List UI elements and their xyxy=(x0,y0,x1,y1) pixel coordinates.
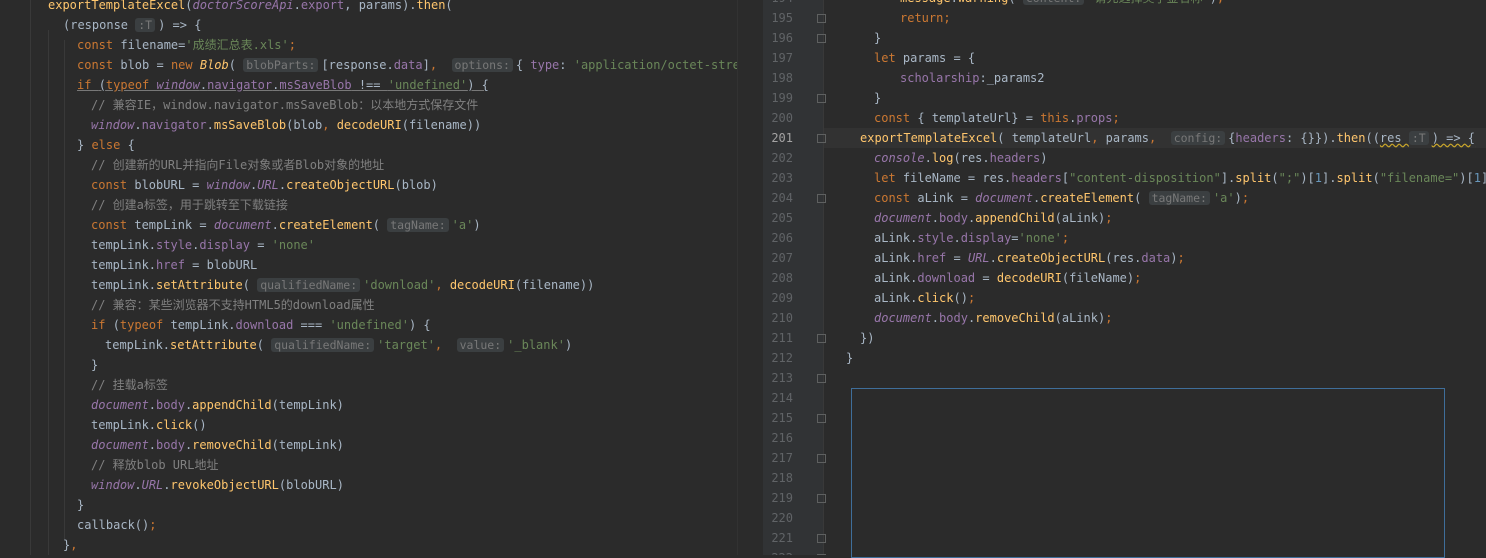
line-number: 214 xyxy=(771,391,793,405)
line-number: 202 xyxy=(771,151,793,165)
editor-splitter[interactable] xyxy=(737,0,764,555)
fold-marker-icon[interactable] xyxy=(817,494,826,503)
code-line[interactable]: }, xyxy=(63,535,77,555)
code-line[interactable]: } xyxy=(91,355,98,375)
code-line[interactable]: let fileName = res.headers["content-disp… xyxy=(874,168,1486,188)
line-number: 221 xyxy=(771,531,793,545)
line-number: 194 xyxy=(763,0,793,8)
code-line[interactable]: tempLink.href = blobURL xyxy=(91,255,257,275)
line-number: 207 xyxy=(771,251,793,265)
fold-marker-icon[interactable] xyxy=(817,34,826,43)
code-line[interactable]: window.URL.revokeObjectURL(blobURL) xyxy=(91,475,344,495)
line-number: 204 xyxy=(771,191,793,205)
code-comment: // 创建a标签，用于跳转至下载链接 xyxy=(91,198,288,212)
indent-guide xyxy=(48,30,49,555)
line-number: 222 xyxy=(763,548,793,555)
line-number: 205 xyxy=(771,211,793,225)
code-line[interactable]: window.navigator.msSaveBlob(blob, decode… xyxy=(91,115,481,135)
line-number: 213 xyxy=(771,371,793,385)
code-line[interactable]: const filename='成绩汇总表.xls'; xyxy=(77,35,296,55)
code-comment: // 兼容：某些浏览器不支持HTML5的download属性 xyxy=(91,298,375,312)
code-line[interactable]: tempLink.click() xyxy=(91,415,207,435)
code-line[interactable]: const { templateUrl} = this.props; xyxy=(874,108,1120,128)
indent-guide xyxy=(30,0,31,555)
code-line[interactable]: tempLink.setAttribute( qualifiedName:'ta… xyxy=(105,335,572,355)
line-number: 211 xyxy=(771,331,793,345)
code-line[interactable]: scholarship:_params2 xyxy=(900,68,1045,88)
fold-marker-icon[interactable] xyxy=(817,134,826,143)
line-number: 220 xyxy=(771,511,793,525)
line-number: 197 xyxy=(771,51,793,65)
code-line[interactable]: exportTemplateExcel(doctorScoreApi.expor… xyxy=(48,0,453,15)
code-line[interactable]: aLink.style.display='none'; xyxy=(874,228,1069,248)
line-number: 201 xyxy=(771,131,793,145)
fold-marker-icon[interactable] xyxy=(817,334,826,343)
code-line[interactable]: } xyxy=(874,28,881,48)
code-comment: // 挂载a标签 xyxy=(91,378,168,392)
fold-marker-icon[interactable] xyxy=(817,414,826,423)
code-line[interactable]: if (typeof window.navigator.msSaveBlob !… xyxy=(77,75,489,95)
code-line[interactable]: const blobURL = window.URL.createObjectU… xyxy=(91,175,438,195)
line-number: 219 xyxy=(771,491,793,505)
line-number: 196 xyxy=(771,31,793,45)
code-line[interactable]: tempLink.style.display = 'none' xyxy=(91,235,315,255)
code-line[interactable]: const aLink = document.createElement( ta… xyxy=(874,188,1249,208)
code-line[interactable]: console.log(res.headers) xyxy=(874,148,1047,168)
code-line[interactable]: aLink.download = decodeURI(fileName); xyxy=(874,268,1141,288)
code-line[interactable]: const blob = new Blob( blobParts: [respon… xyxy=(77,55,737,75)
code-comment: // 释放blob URL地址 xyxy=(91,458,219,472)
code-line[interactable]: let params = { xyxy=(874,48,975,68)
line-number: 212 xyxy=(771,351,793,365)
code-line[interactable]: document.body.removeChild(aLink); xyxy=(874,308,1112,328)
code-comment: // 创建新的URL并指向File对象或者Blob对象的地址 xyxy=(91,158,385,172)
fold-marker-icon[interactable] xyxy=(817,534,826,543)
line-number: 199 xyxy=(771,91,793,105)
line-number: 218 xyxy=(771,471,793,485)
code-line[interactable]: aLink.href = URL.createObjectURL(res.dat… xyxy=(874,248,1185,268)
code-line[interactable]: (response :T) => { xyxy=(63,15,201,35)
code-line[interactable]: exportTemplateExcel( templateUrl, params… xyxy=(860,128,1475,148)
fold-marker-icon[interactable] xyxy=(817,94,826,103)
fold-marker-icon[interactable] xyxy=(817,194,826,203)
line-number: 210 xyxy=(771,311,793,325)
code-line[interactable]: document.body.appendChild(tempLink) xyxy=(91,395,344,415)
line-number: 206 xyxy=(771,231,793,245)
code-line[interactable]: document.body.removeChild(tempLink) xyxy=(91,435,344,455)
line-number: 209 xyxy=(771,291,793,305)
code-line[interactable]: const tempLink = document.createElement(… xyxy=(91,215,481,235)
left-editor-pane[interactable]: exportTemplateExcel(doctorScoreApi.expor… xyxy=(0,0,737,555)
line-number: 208 xyxy=(771,271,793,285)
fold-marker-icon[interactable] xyxy=(817,454,826,463)
line-number: 217 xyxy=(771,451,793,465)
code-line[interactable]: }) xyxy=(860,328,874,348)
fold-marker-icon[interactable] xyxy=(817,14,826,23)
code-line[interactable]: } xyxy=(874,88,881,108)
code-line[interactable]: document.body.appendChild(aLink); xyxy=(874,208,1112,228)
code-line[interactable]: return; xyxy=(900,8,951,28)
line-number: 195 xyxy=(771,11,793,25)
code-line[interactable]: } xyxy=(77,495,84,515)
line-number: 216 xyxy=(771,431,793,445)
line-number: 215 xyxy=(771,411,793,425)
indent-guide xyxy=(64,40,65,540)
code-line[interactable]: } xyxy=(846,348,853,368)
code-line[interactable]: } else { xyxy=(77,135,135,155)
line-number: 200 xyxy=(771,111,793,125)
code-comment: // 兼容IE，window.navigator.msSaveBlob：以本地方… xyxy=(91,98,479,112)
fold-marker-icon[interactable] xyxy=(817,374,826,383)
documentation-popup xyxy=(851,388,1445,558)
code-line[interactable]: tempLink.setAttribute( qualifiedName:'do… xyxy=(91,275,594,295)
code-line[interactable]: message.warning( content:'请先选择奖学金名称'); xyxy=(900,0,1224,8)
code-line[interactable]: aLink.click(); xyxy=(874,288,975,308)
code-line[interactable]: callback(); xyxy=(77,515,156,535)
code-line[interactable]: if (typeof tempLink.download === 'undefi… xyxy=(91,315,431,335)
line-number: 203 xyxy=(771,171,793,185)
line-number: 198 xyxy=(771,71,793,85)
